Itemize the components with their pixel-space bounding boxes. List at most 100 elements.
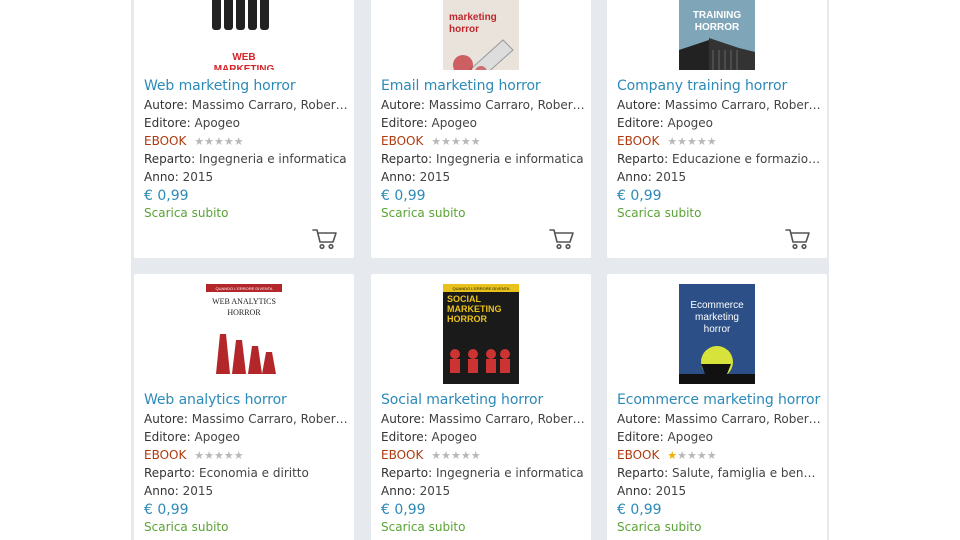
book-cover-image[interactable]: QUANDO L'ERRORE DIVENTA WEB ANALYTICS HO… xyxy=(206,284,282,384)
department-value[interactable]: Ingegneria e informatica xyxy=(436,152,584,166)
publisher-row: Editore: Apogeo xyxy=(144,430,349,444)
format-badge: EBOOK xyxy=(617,134,660,148)
author-value[interactable]: Massimo Carraro, Robert… xyxy=(429,412,586,426)
book-cover-image[interactable]: Ecommerce marketing horror xyxy=(679,284,755,384)
product-title[interactable]: Ecommerce marketing horror xyxy=(617,392,820,408)
star-icon: ★ xyxy=(460,449,471,462)
rating-stars[interactable]: ★★★★★ xyxy=(667,449,716,462)
book-cover-image[interactable]: QUANDO L'ERRORE DIVENTA SOCIAL MARKETING… xyxy=(443,284,519,384)
star-icon: ★ xyxy=(706,449,717,462)
product-title[interactable]: Email marketing horror xyxy=(381,78,541,94)
department-row: Reparto: Ingegneria e informatica xyxy=(144,152,349,166)
star-icon: ★ xyxy=(470,135,481,148)
price: € 0,99 xyxy=(144,502,189,518)
star-icon: ★ xyxy=(213,135,224,148)
product-title[interactable]: Web analytics horror xyxy=(144,392,287,408)
star-icon: ★ xyxy=(686,449,697,462)
department-row: Reparto: Ingegneria e informatica xyxy=(381,152,586,166)
product-title[interactable]: Web marketing horror xyxy=(144,78,296,94)
shopping-cart-icon[interactable] xyxy=(785,228,811,250)
svg-text:WEB: WEB xyxy=(232,52,255,63)
availability-status: Scarica subito xyxy=(381,520,466,534)
author-row: Autore: Massimo Carraro, Robert… xyxy=(381,98,586,112)
publisher-value[interactable]: Apogeo xyxy=(668,430,714,444)
publisher-value[interactable]: Apogeo xyxy=(432,430,478,444)
star-icon: ★ xyxy=(706,135,717,148)
rating-stars[interactable]: ★★★★★ xyxy=(431,449,480,462)
book-cover-image[interactable]: TRAINING HORROR xyxy=(679,0,755,70)
star-icon: ★ xyxy=(431,135,442,148)
year-value: 2015 xyxy=(655,484,687,498)
year-label: Anno: xyxy=(381,484,416,498)
publisher-row: Editore: Apogeo xyxy=(617,116,822,130)
product-card[interactable]: marketing horror Email marketing horror … xyxy=(371,0,591,258)
publisher-row: Editore: Apogeo xyxy=(381,116,586,130)
publisher-label: Editore: xyxy=(617,430,664,444)
publisher-value[interactable]: Apogeo xyxy=(668,116,714,130)
format-rating-row: EBOOK ★★★★★ xyxy=(144,134,349,148)
shopping-cart-icon[interactable] xyxy=(312,228,338,250)
publisher-value[interactable]: Apogeo xyxy=(195,116,241,130)
year-label: Anno: xyxy=(144,170,179,184)
book-cover-image[interactable]: marketing horror xyxy=(443,0,519,70)
product-card[interactable]: QUANDO L'ERRORE DIVENTA WEB ANALYTICS HO… xyxy=(134,274,354,540)
department-label: Reparto: xyxy=(381,466,433,480)
author-value[interactable]: Massimo Carraro, Robert… xyxy=(192,98,349,112)
rating-stars[interactable]: ★★★★★ xyxy=(431,135,480,148)
rating-stars[interactable]: ★★★★★ xyxy=(194,135,243,148)
year-value: 2015 xyxy=(182,484,214,498)
year-label: Anno: xyxy=(381,170,416,184)
year-label: Anno: xyxy=(617,170,652,184)
department-label: Reparto: xyxy=(381,152,433,166)
price: € 0,99 xyxy=(617,188,662,204)
year-value: 2015 xyxy=(419,484,451,498)
publisher-label: Editore: xyxy=(144,430,191,444)
product-card[interactable]: Ecommerce marketing horror Ecommerce mar… xyxy=(607,274,827,540)
department-value[interactable]: Ingegneria e informatica xyxy=(436,466,584,480)
author-row: Autore: Massimo Carraro, Robert… xyxy=(144,98,349,112)
publisher-value[interactable]: Apogeo xyxy=(432,116,478,130)
author-value[interactable]: Massimo Carraro, Robert… xyxy=(192,412,349,426)
department-value[interactable]: Salute, famiglia e benes… xyxy=(672,466,822,480)
product-card[interactable]: QUANDO L'ERRORE DIVENTA SOCIAL MARKETING… xyxy=(371,274,591,540)
svg-text:marketing: marketing xyxy=(695,312,739,323)
product-title[interactable]: Company training horror xyxy=(617,78,787,94)
book-cover-image[interactable]: WEB MARKETING HORROR xyxy=(206,0,282,70)
price: € 0,99 xyxy=(617,502,662,518)
shopping-cart-icon[interactable] xyxy=(549,228,575,250)
product-title[interactable]: Social marketing horror xyxy=(381,392,543,408)
publisher-row: Editore: Apogeo xyxy=(617,430,822,444)
product-card[interactable]: WEB MARKETING HORROR Web marketing horro… xyxy=(134,0,354,258)
svg-text:TRAINING: TRAINING xyxy=(693,10,742,21)
product-card[interactable]: TRAINING HORROR Company training horror … xyxy=(607,0,827,258)
star-icon: ★ xyxy=(667,449,678,462)
department-value[interactable]: Economia e diritto xyxy=(199,466,309,480)
author-value[interactable]: Massimo Carraro, Robert… xyxy=(429,98,586,112)
department-row: Reparto: Economia e diritto xyxy=(144,466,349,480)
star-icon: ★ xyxy=(450,135,461,148)
author-value[interactable]: Massimo Carraro, Robert… xyxy=(665,412,822,426)
department-value[interactable]: Educazione e formazione xyxy=(672,152,822,166)
year-label: Anno: xyxy=(617,484,652,498)
star-icon: ★ xyxy=(696,135,707,148)
format-rating-row: EBOOK ★★★★★ xyxy=(381,448,586,462)
department-value[interactable]: Ingegneria e informatica xyxy=(199,152,347,166)
format-rating-row: EBOOK ★★★★★ xyxy=(617,134,822,148)
author-value[interactable]: Massimo Carraro, Robert… xyxy=(665,98,822,112)
author-row: Autore: Massimo Carraro, Robert… xyxy=(381,412,586,426)
rating-stars[interactable]: ★★★★★ xyxy=(667,135,716,148)
publisher-row: Editore: Apogeo xyxy=(144,116,349,130)
author-label: Autore: xyxy=(381,412,425,426)
star-icon: ★ xyxy=(460,135,471,148)
department-label: Reparto: xyxy=(144,466,196,480)
star-icon: ★ xyxy=(677,449,687,462)
svg-text:Ecommerce: Ecommerce xyxy=(690,300,744,311)
star-icon: ★ xyxy=(677,135,687,148)
author-label: Autore: xyxy=(381,98,425,112)
format-badge: EBOOK xyxy=(144,448,187,462)
year-row: Anno: 2015 xyxy=(617,170,822,184)
department-row: Reparto: Salute, famiglia e benes… xyxy=(617,466,822,480)
publisher-value[interactable]: Apogeo xyxy=(195,430,241,444)
rating-stars[interactable]: ★★★★★ xyxy=(194,449,243,462)
svg-text:MARKETING: MARKETING xyxy=(447,304,502,314)
